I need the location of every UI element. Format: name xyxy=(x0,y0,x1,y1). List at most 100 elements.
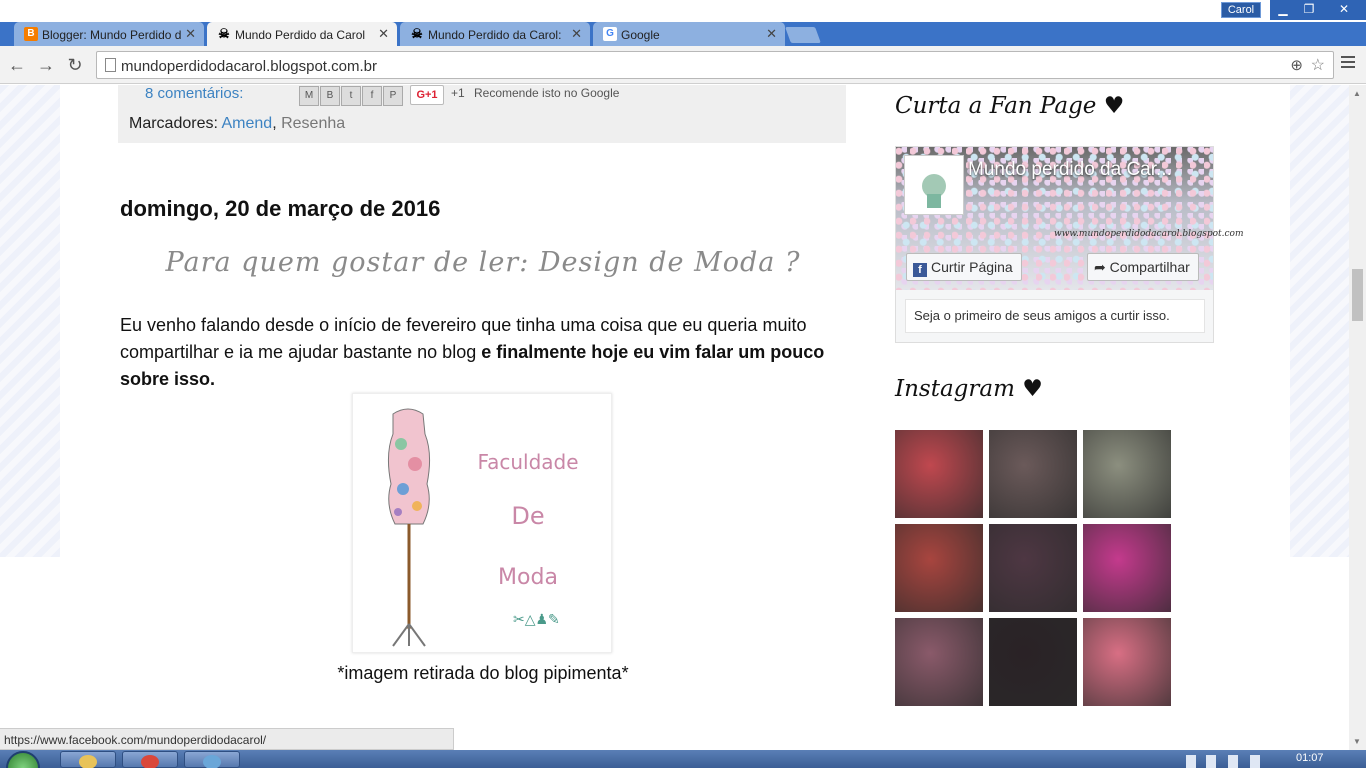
tab-title: Mundo Perdido da Carol xyxy=(235,28,366,42)
close-window-button[interactable]: ✕ xyxy=(1322,0,1366,20)
tab-close-icon[interactable]: ✕ xyxy=(766,26,777,42)
tab-close-icon[interactable]: ✕ xyxy=(571,26,582,42)
instagram-thumbnail[interactable] xyxy=(895,430,983,518)
tab-blogger[interactable]: B Blogger: Mundo Perdido d ✕ xyxy=(14,22,204,46)
facebook-icon: f xyxy=(913,263,927,277)
share-page-button[interactable]: ➦ Compartilhar xyxy=(1087,253,1199,281)
post-labels: Marcadores: Amend, Resenha xyxy=(129,115,345,133)
instagram-thumbnail[interactable] xyxy=(1083,618,1171,706)
page-icon xyxy=(105,58,116,72)
recommend-text: Recomende isto no Google xyxy=(474,86,620,100)
start-button[interactable] xyxy=(6,751,40,768)
tab-mundo-perdido[interactable]: ☠ Mundo Perdido da Carol ✕ xyxy=(207,22,397,46)
tab-google[interactable]: G Google ✕ xyxy=(593,22,785,46)
like-page-label: Curtir Página xyxy=(931,259,1013,275)
google-plus-one-button[interactable]: G+1 xyxy=(410,85,444,105)
sewing-tools-icon: ✂△♟✎ xyxy=(513,611,560,627)
taskbar-paint[interactable] xyxy=(184,751,240,768)
scroll-down-arrow-icon[interactable]: ▼ xyxy=(1353,737,1361,746)
tab-strip: B Blogger: Mundo Perdido d ✕ ☠ Mundo Per… xyxy=(0,22,1366,46)
instagram-thumbnail[interactable] xyxy=(989,618,1077,706)
window-titlebar xyxy=(0,0,1366,22)
scroll-up-arrow-icon[interactable]: ▲ xyxy=(1353,89,1361,98)
instagram-heading: Instagram ♥ xyxy=(895,376,1043,402)
label-separator: , xyxy=(272,115,277,132)
skull-icon: ☠ xyxy=(411,26,423,41)
image-text-line-1: Faculdade xyxy=(477,450,578,474)
share-arrow-icon: ➦ xyxy=(1094,259,1110,275)
blogger-icon: B xyxy=(24,27,38,41)
facebook-page-plugin: Mundo perdido da Car... www.mundoperdido… xyxy=(895,146,1244,343)
like-page-button[interactable]: f Curtir Página xyxy=(906,253,1022,281)
tab-title: Blogger: Mundo Perdido d xyxy=(42,28,182,42)
screen: B Blogger: Mundo Perdido d ✕ ☠ Mundo Per… xyxy=(0,0,1366,768)
avatar-illustration xyxy=(922,174,946,208)
forward-arrow-icon[interactable]: → xyxy=(35,54,57,76)
zoom-icon[interactable]: ⊕ xyxy=(1290,56,1303,74)
address-bar[interactable]: mundoperdidodacarol.blogspot.com.br ⊕ ☆ xyxy=(96,51,1334,79)
taskbar-clock: 01:07 xyxy=(1296,752,1324,764)
facebook-share-icon[interactable]: f xyxy=(362,86,382,106)
skull-icon: ☠ xyxy=(218,26,230,41)
instagram-thumbnail[interactable] xyxy=(1083,524,1171,612)
pinterest-share-icon[interactable]: P xyxy=(383,86,403,106)
tray-volume-icon[interactable] xyxy=(1228,755,1238,768)
page-scrollbar[interactable]: ▲ ▼ xyxy=(1349,85,1366,750)
fanpage-friends-text: Seja o primeiro de seus amigos a curtir … xyxy=(905,299,1205,333)
tab-title: Google xyxy=(621,28,660,42)
instagram-thumbnail[interactable] xyxy=(1083,430,1171,518)
tab-title: Mundo Perdido da Carol: xyxy=(428,28,562,42)
image-text-line-3: Moda xyxy=(498,565,558,590)
profile-button[interactable]: Carol xyxy=(1221,2,1261,18)
fanpage-cover[interactable]: Mundo perdido da Car... www.mundoperdido… xyxy=(896,147,1244,290)
image-caption: *imagem retirada do blog pipimenta* xyxy=(337,663,629,683)
tray-network-icon[interactable] xyxy=(1206,755,1216,768)
taskbar-chrome[interactable] xyxy=(122,751,178,768)
windows-taskbar: 01:07 xyxy=(0,750,1366,768)
instagram-thumbnail[interactable] xyxy=(895,618,983,706)
label-link-resenha[interactable]: Resenha xyxy=(281,115,345,132)
post-date: domingo, 20 de março de 2016 xyxy=(120,196,441,221)
fanpage-cover-url: www.mundoperdidodacarol.blogspot.com xyxy=(1054,229,1244,239)
tray-flag-icon[interactable] xyxy=(1186,755,1196,768)
new-tab-button[interactable] xyxy=(785,27,821,43)
blog-share-icon[interactable]: B xyxy=(320,86,340,106)
scrollbar-thumb[interactable] xyxy=(1352,269,1363,321)
tab-mundo-perdido-2[interactable]: ☠ Mundo Perdido da Carol: ✕ xyxy=(400,22,590,46)
dress-form-illustration: Faculdade De Moda ✂△♟✎ xyxy=(387,408,579,647)
instagram-thumbnail[interactable] xyxy=(895,524,983,612)
email-share-icon[interactable]: M xyxy=(299,86,319,106)
paint-icon xyxy=(203,755,221,768)
fanpage-avatar[interactable] xyxy=(904,155,964,215)
comments-link[interactable]: 8 comentários: xyxy=(145,85,243,102)
folder-icon xyxy=(79,755,97,768)
post-image[interactable]: Faculdade De Moda ✂△♟✎ xyxy=(352,393,612,653)
share-buttons: MBtfP xyxy=(299,85,404,106)
google-icon: G xyxy=(603,27,617,41)
post-footer: 8 comentários: MBtfP G+1 +1 Recomende is… xyxy=(118,85,846,143)
page-viewport: 8 comentários: MBtfP G+1 +1 Recomende is… xyxy=(0,85,1366,750)
reload-icon[interactable]: ↻ xyxy=(64,54,86,76)
back-arrow-icon[interactable]: ← xyxy=(6,54,28,76)
instagram-thumbnail[interactable] xyxy=(989,524,1077,612)
minimize-button[interactable]: ▁ xyxy=(1270,0,1296,20)
address-url: mundoperdidodacarol.blogspot.com.br xyxy=(121,58,377,75)
post-body-text: Eu venho falando desde o início de fever… xyxy=(120,312,846,393)
status-bubble: https://www.facebook.com/mundoperdidodac… xyxy=(0,728,454,750)
tab-close-icon[interactable]: ✕ xyxy=(185,26,196,42)
tray-power-icon[interactable] xyxy=(1250,755,1260,768)
chrome-icon xyxy=(141,755,159,768)
restore-button[interactable]: ❐ xyxy=(1296,0,1322,20)
post-title[interactable]: Para quem gostar de ler: Design de Moda … xyxy=(120,247,846,278)
taskbar-explorer[interactable] xyxy=(60,751,116,768)
fanpage-heading: Curta a Fan Page ♥ xyxy=(895,93,1125,119)
label-link-amend[interactable]: Amend xyxy=(221,115,272,132)
instagram-thumbnail[interactable] xyxy=(989,430,1077,518)
share-page-label: Compartilhar xyxy=(1109,259,1190,275)
browser-toolbar: ← → ↻ mundoperdidodacarol.blogspot.com.b… xyxy=(0,46,1366,84)
twitter-share-icon[interactable]: t xyxy=(341,86,361,106)
bookmark-star-icon[interactable]: ☆ xyxy=(1311,55,1325,75)
chrome-menu-icon[interactable] xyxy=(1341,56,1355,71)
tab-close-icon[interactable]: ✕ xyxy=(378,26,389,42)
fanpage-name[interactable]: Mundo perdido da Car... xyxy=(968,159,1172,181)
